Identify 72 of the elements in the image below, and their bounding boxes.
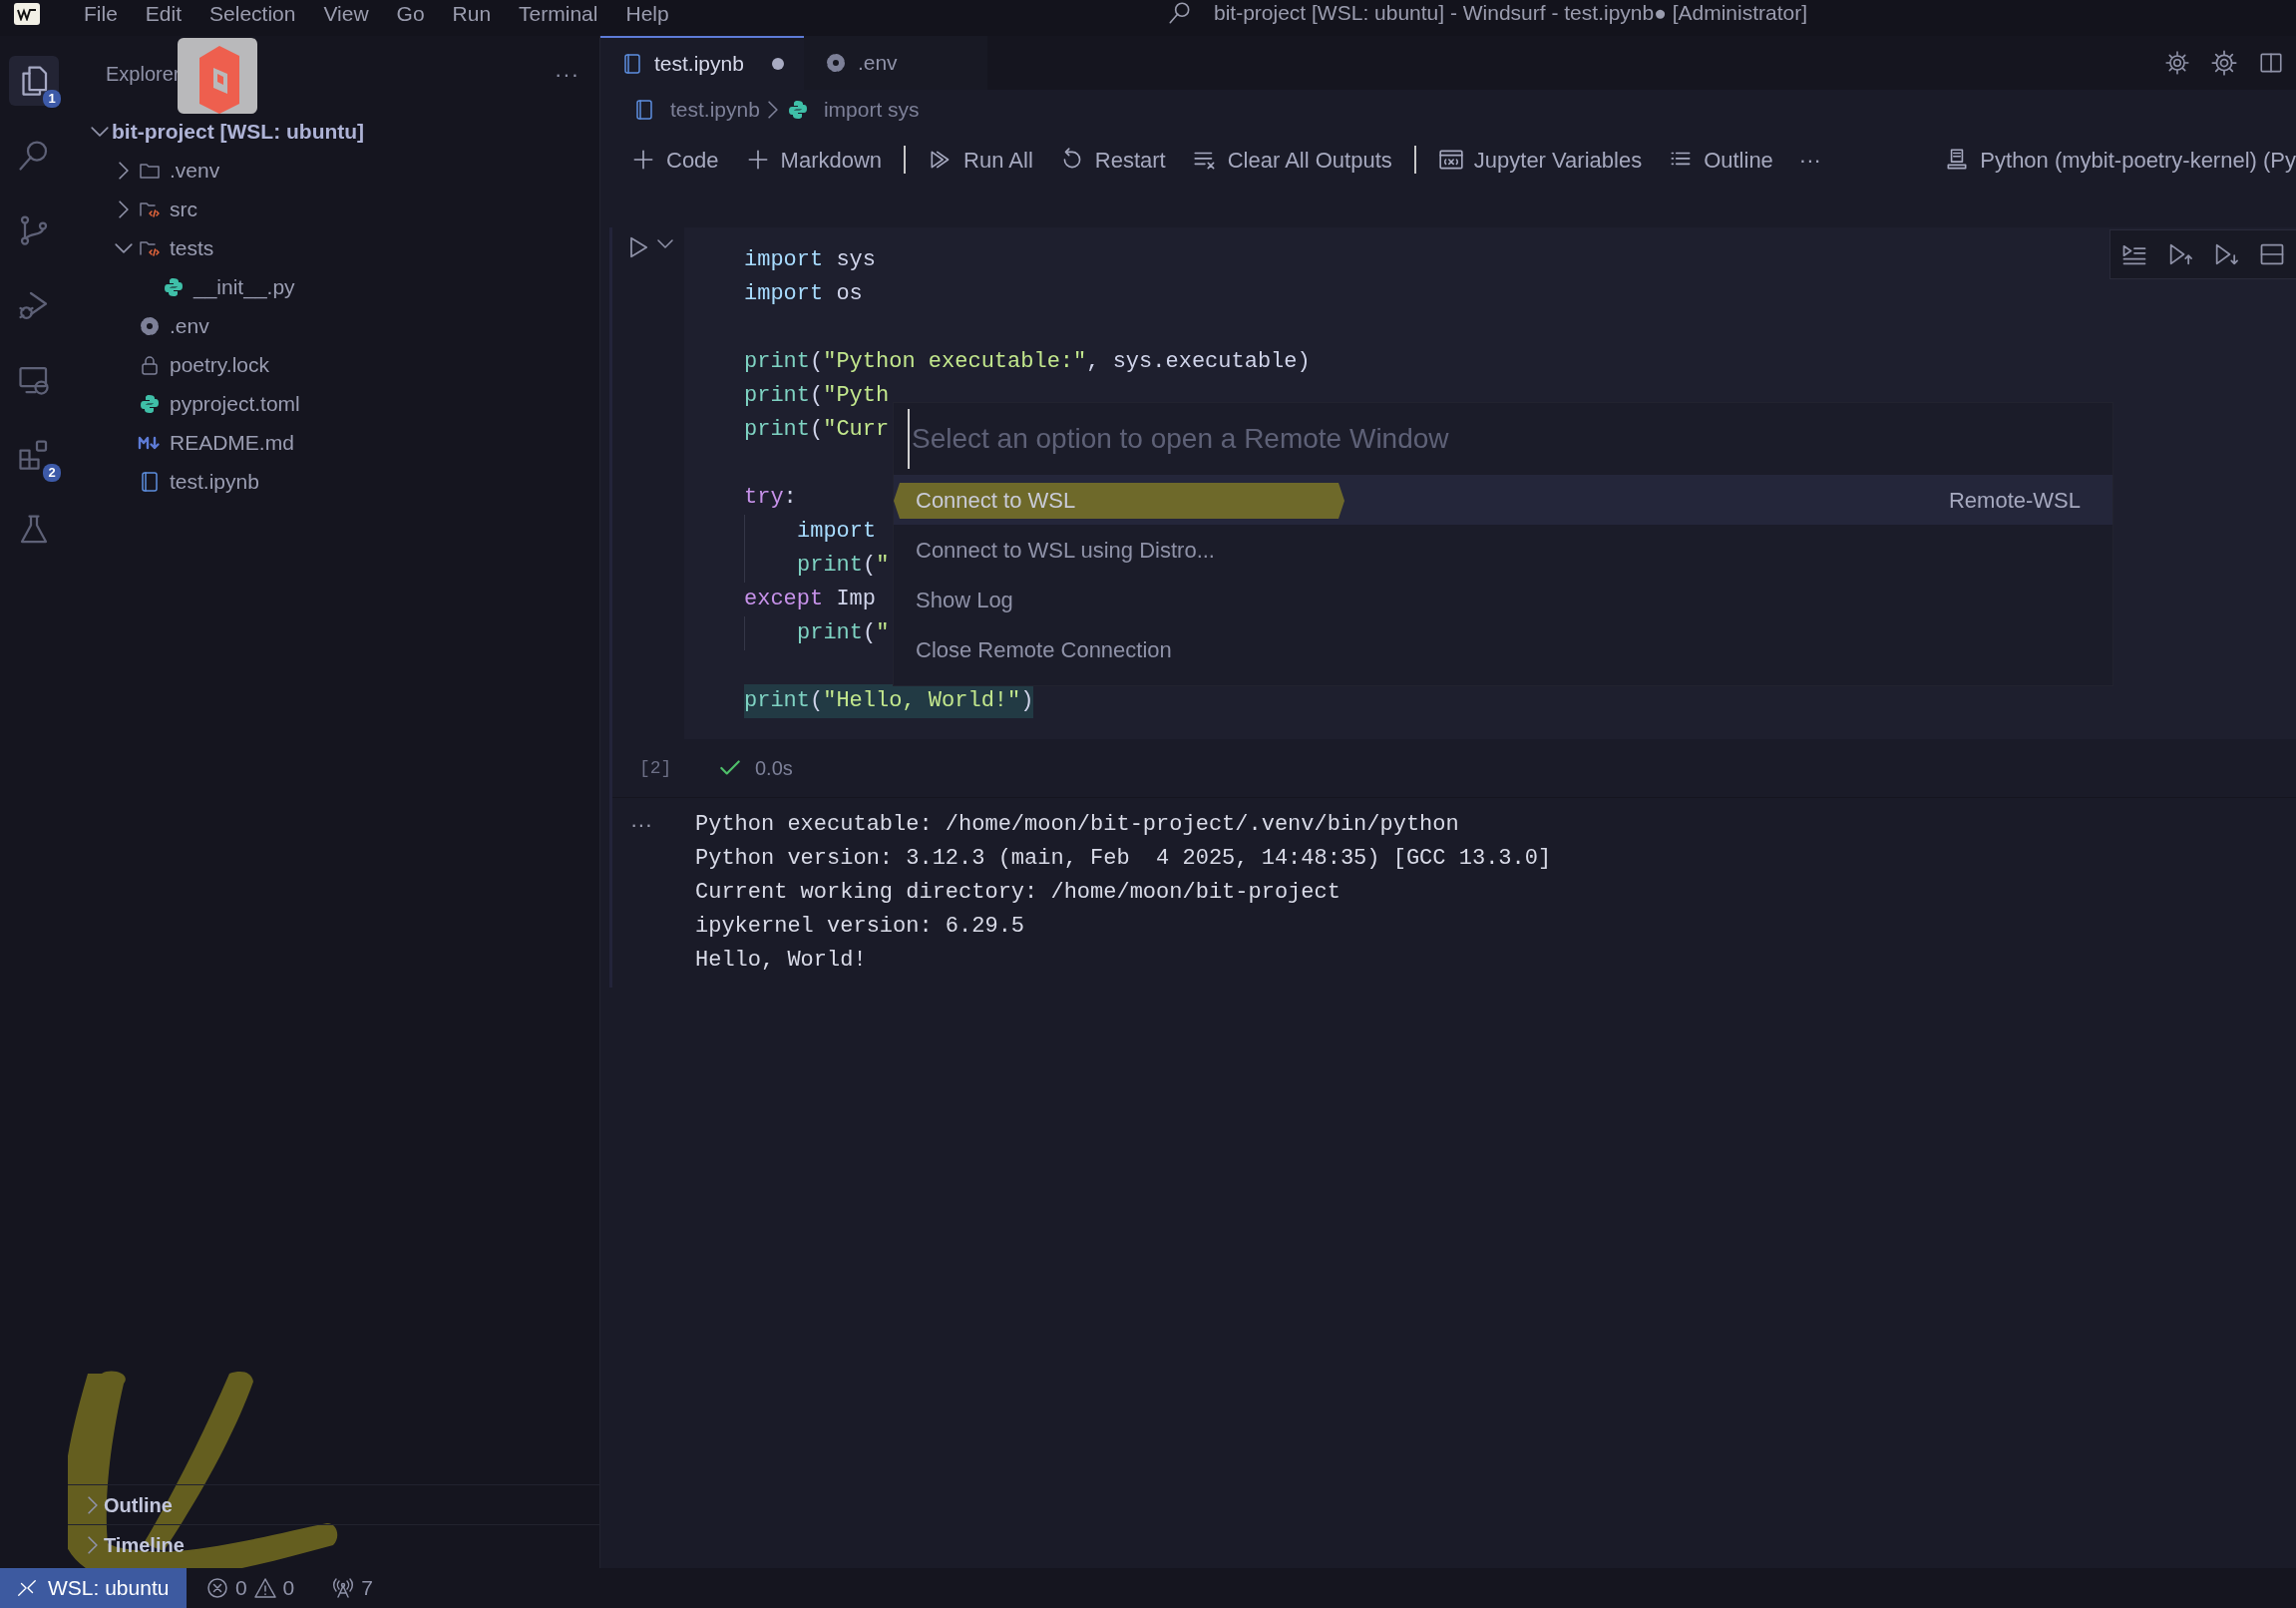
- more-actions[interactable]: ···: [555, 57, 579, 91]
- editor-tab[interactable]: test.ipynb: [600, 36, 804, 90]
- output-line: Hello, World!: [695, 947, 867, 975]
- panel-title[interactable]: Timeline: [104, 1529, 185, 1560]
- chevron-right-icon: [767, 101, 778, 119]
- code-line: print("Python executable:", sys.executable): [744, 348, 1311, 376]
- activity-button[interactable]: 1: [9, 56, 59, 106]
- tree-item[interactable]: poetry.lock: [68, 345, 599, 384]
- tree-item[interactable]: .env: [68, 306, 599, 345]
- execution-time: 0.0s: [755, 756, 793, 781]
- sidebar-title: Explorer: [106, 62, 181, 87]
- tree-item[interactable]: .venv: [68, 151, 599, 190]
- menu-item[interactable]: Run: [438, 0, 506, 28]
- tree-item[interactable]: tests: [68, 228, 599, 267]
- output-line: ipykernel version: 6.29.5: [695, 913, 1025, 941]
- menu-item[interactable]: Go: [382, 0, 439, 28]
- toolbar-button[interactable]: Clear All Outputs: [1181, 139, 1402, 181]
- menu-item[interactable]: Selection: [195, 0, 310, 28]
- output-line: Python version: 3.12.3 (main, Feb 4 2025, 14:48:35) [GCC 13.3.0]: [695, 845, 1552, 873]
- menu-item[interactable]: Help: [611, 0, 683, 28]
- menu-item[interactable]: Connect to WSL Remote-WSL: [894, 475, 2112, 525]
- output-menu[interactable]: ···: [612, 808, 695, 978]
- execution-count: [2]: [639, 756, 673, 780]
- toolbar-button[interactable]: Outline: [1658, 139, 1783, 181]
- toolbar-button[interactable]: Markdown: [734, 139, 893, 181]
- toolbar-button[interactable]: Run All: [918, 139, 1043, 181]
- menu-item[interactable]: View: [309, 0, 383, 28]
- more-actions[interactable]: ···: [1788, 139, 1831, 181]
- window-title: bit-project [WSL: ubuntu] - Windsurf - test.ipynb● [Administrator]: [1214, 1, 1808, 25]
- toolbar-button[interactable]: Restart: [1048, 139, 1176, 181]
- toolbar-button[interactable]: Jupyter Variables: [1427, 139, 1653, 181]
- count-badge: 1: [43, 90, 61, 108]
- code-line: import os: [744, 280, 863, 308]
- tree-item[interactable]: test.ipynb: [68, 462, 599, 501]
- output-line: Current working directory: /home/moon/bit-project: [695, 879, 1340, 907]
- error-icon: [204, 1576, 229, 1600]
- warning-icon: [252, 1576, 277, 1600]
- breadcrumb-item[interactable]: test.ipynb: [670, 94, 760, 126]
- tree-item[interactable]: src: [68, 190, 599, 228]
- menu-item[interactable]: Show Log: [894, 575, 2112, 624]
- output-line: Python executable: /home/moon/bit-project/.venv/bin/python: [695, 811, 1459, 839]
- tree-item[interactable]: bit-project [WSL: ubuntu]: [68, 112, 599, 151]
- kernel-picker[interactable]: Python (mybit-poetry-kernel) (Py: [1934, 139, 2296, 181]
- chevron-down-icon[interactable]: [657, 239, 674, 248]
- menu-item[interactable]: File: [70, 0, 132, 28]
- app-logo: [14, 3, 40, 25]
- tree-item[interactable]: __init__.py: [68, 267, 599, 306]
- menu-item[interactable]: Edit: [131, 0, 196, 28]
- count-badge: 2: [43, 464, 61, 482]
- code-line: try:: [744, 484, 797, 512]
- tree-item[interactable]: README.md: [68, 423, 599, 462]
- remote-indicator[interactable]: WSL: ubuntu: [0, 1568, 188, 1608]
- remote-icon: [16, 1577, 38, 1599]
- menu-item[interactable]: Connect to WSL using Distro...: [894, 525, 2112, 575]
- problems-indicator[interactable]: 0 0: [196, 1572, 303, 1604]
- activity-button[interactable]: 2: [9, 430, 59, 480]
- editor-tab[interactable]: .env: [803, 36, 987, 90]
- menu-item[interactable]: Terminal: [505, 0, 612, 28]
- error-count: 0: [234, 1575, 247, 1602]
- tree-item[interactable]: pyproject.toml: [68, 384, 599, 423]
- antenna-icon: [331, 1576, 356, 1600]
- ports-indicator[interactable]: 7: [323, 1572, 381, 1604]
- menu-item[interactable]: Close Remote Connection: [894, 624, 2112, 674]
- breadcrumb-item[interactable]: import sys: [823, 94, 920, 126]
- code-line: import sys: [744, 246, 877, 274]
- code-line: except Imp: [744, 586, 877, 613]
- panel-title[interactable]: Outline: [104, 1489, 173, 1520]
- code-line: print("Pyth: [744, 382, 890, 410]
- warning-count: 0: [282, 1575, 295, 1602]
- toolbar-button[interactable]: Code: [620, 139, 729, 181]
- item-detail: Remote-WSL: [1948, 486, 2081, 515]
- code-line: print("Curr: [744, 416, 890, 444]
